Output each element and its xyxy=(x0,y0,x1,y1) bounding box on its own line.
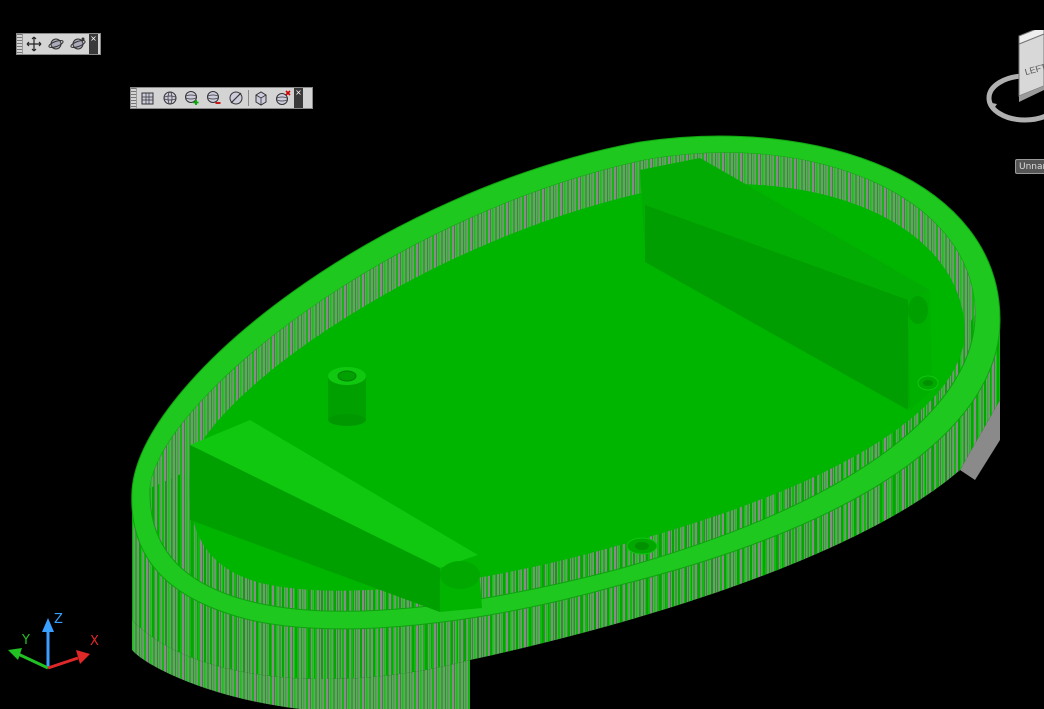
mesh-box-icon[interactable] xyxy=(137,88,159,108)
ucs-z-label: Z xyxy=(54,612,63,627)
viewcube[interactable]: LEFT xyxy=(985,30,1044,130)
sphere-add-icon[interactable] xyxy=(181,88,203,108)
pan-icon[interactable] xyxy=(23,34,45,54)
ucs-y-label: Y xyxy=(21,633,30,648)
box-view-icon[interactable] xyxy=(250,88,272,108)
ucs-icon: Z Y X xyxy=(8,612,99,670)
enclosure-model[interactable] xyxy=(131,135,1001,709)
close-icon[interactable]: × xyxy=(89,34,98,54)
standoff-post xyxy=(328,367,366,426)
orbit-icon[interactable] xyxy=(45,34,67,54)
section-plane-icon[interactable] xyxy=(225,88,247,108)
sphere-delete-icon[interactable] xyxy=(272,88,294,108)
sphere-icon[interactable] xyxy=(159,88,181,108)
close-icon[interactable]: × xyxy=(294,88,303,108)
navigate-toolbar: × xyxy=(16,33,101,55)
view-toolbar: × xyxy=(130,87,313,109)
viewcube-view-name[interactable]: Unnamed xyxy=(1015,159,1044,174)
toolbar-separator xyxy=(248,90,249,106)
free-orbit-icon[interactable] xyxy=(67,34,89,54)
sphere-subtract-icon[interactable] xyxy=(203,88,225,108)
ucs-x-label: X xyxy=(90,634,99,649)
